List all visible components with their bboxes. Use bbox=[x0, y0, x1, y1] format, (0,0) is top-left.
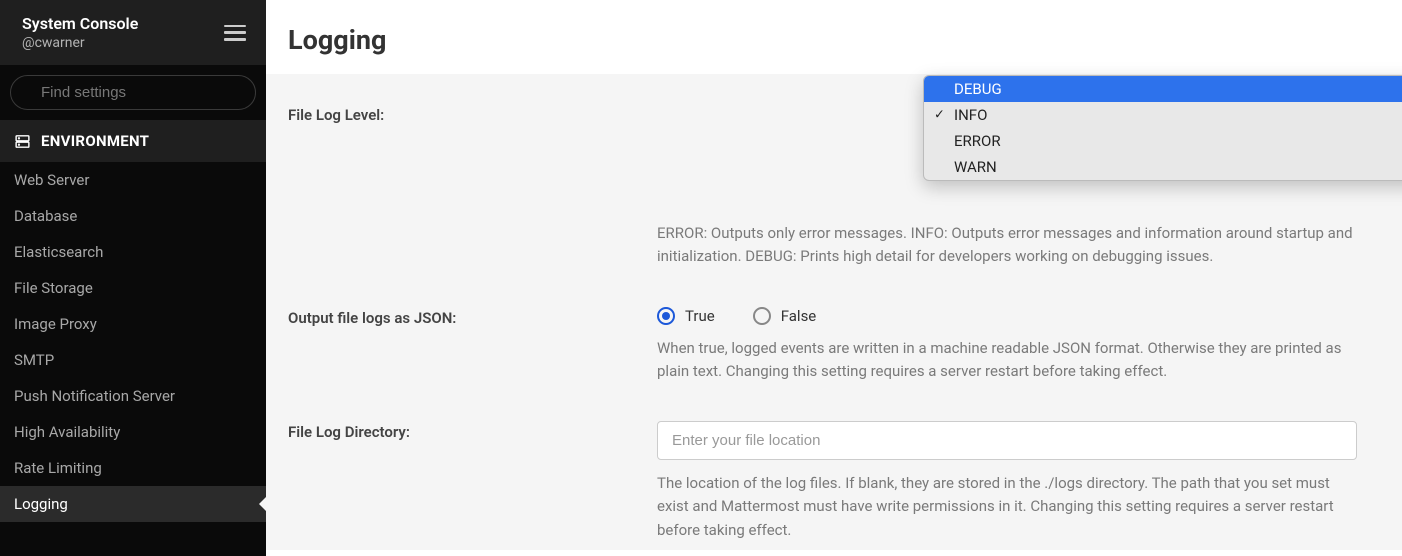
help-text: When true, logged events are written in … bbox=[657, 337, 1357, 384]
sidebar-item-label: File Storage bbox=[14, 279, 93, 297]
section-header-environment[interactable]: ENVIRONMENT bbox=[0, 120, 266, 162]
setting-label: Output file logs as JSON: bbox=[288, 307, 657, 384]
hamburger-icon[interactable] bbox=[224, 25, 246, 41]
sidebar-item-elasticsearch[interactable]: Elasticsearch bbox=[0, 234, 266, 270]
setting-control: The location of the log files. If blank,… bbox=[657, 421, 1357, 542]
sidebar-item-high-availability[interactable]: High Availability bbox=[0, 414, 266, 450]
sidebar-item-label: Image Proxy bbox=[14, 315, 97, 333]
setting-file-log-directory: File Log Directory: The location of the … bbox=[288, 421, 1380, 542]
sidebar-item-label: Logging bbox=[14, 495, 68, 513]
sidebar-item-label: Web Server bbox=[14, 171, 89, 189]
sidebar-item-file-storage[interactable]: File Storage bbox=[0, 270, 266, 306]
radio-icon bbox=[657, 307, 675, 325]
console-title: System Console bbox=[22, 14, 138, 33]
page-title: Logging bbox=[288, 24, 1380, 56]
help-text: The location of the log files. If blank,… bbox=[657, 472, 1357, 542]
setting-label: File Log Directory: bbox=[288, 421, 657, 542]
sidebar-items: Web Server Database Elasticsearch File S… bbox=[0, 162, 266, 556]
sidebar-item-smtp[interactable]: SMTP bbox=[0, 342, 266, 378]
file-log-level-dropdown[interactable]: DEBUG ✓ INFO ERROR WARN bbox=[923, 75, 1402, 181]
sidebar-item-rate-limiting[interactable]: Rate Limiting bbox=[0, 450, 266, 486]
radio-false[interactable]: False bbox=[753, 307, 817, 325]
sidebar-item-label: High Availability bbox=[14, 423, 120, 441]
file-log-directory-input[interactable] bbox=[657, 421, 1357, 460]
sidebar-item-logging[interactable]: Logging bbox=[0, 486, 266, 522]
dropdown-option-label: INFO bbox=[954, 106, 987, 124]
sidebar-item-image-proxy[interactable]: Image Proxy bbox=[0, 306, 266, 342]
console-user: @cwarner bbox=[22, 35, 138, 51]
sidebar-item-label: Elasticsearch bbox=[14, 243, 103, 261]
dropdown-option-label: WARN bbox=[954, 158, 997, 176]
radio-label: False bbox=[781, 307, 817, 325]
sidebar-item-label: SMTP bbox=[14, 351, 54, 369]
sidebar-header-text: System Console @cwarner bbox=[22, 14, 138, 51]
sidebar-item-label: Database bbox=[14, 207, 77, 225]
dropdown-option-label: DEBUG bbox=[954, 80, 1002, 98]
app-root: System Console @cwarner ENVIRONMENT Web … bbox=[0, 0, 1402, 556]
sidebar-item-label: Push Notification Server bbox=[14, 387, 175, 405]
check-icon: ✓ bbox=[934, 108, 945, 123]
setting-output-json: Output file logs as JSON: True False Whe… bbox=[288, 307, 1380, 384]
radio-true[interactable]: True bbox=[657, 307, 715, 325]
sidebar-item-push-notification-server[interactable]: Push Notification Server bbox=[0, 378, 266, 414]
dropdown-option-warn[interactable]: WARN bbox=[924, 154, 1402, 180]
search-wrap bbox=[0, 65, 266, 120]
dropdown-option-error[interactable]: ERROR bbox=[924, 128, 1402, 154]
server-icon bbox=[14, 133, 31, 150]
radio-icon bbox=[753, 307, 771, 325]
setting-label: File Log Level: bbox=[288, 104, 657, 269]
sidebar-item-database[interactable]: Database bbox=[0, 198, 266, 234]
sidebar-header: System Console @cwarner bbox=[0, 0, 266, 65]
radio-group: True False bbox=[657, 307, 1357, 325]
sidebar-item-label: Rate Limiting bbox=[14, 459, 102, 477]
radio-label: True bbox=[685, 307, 715, 325]
sidebar-item-web-server[interactable]: Web Server bbox=[0, 162, 266, 198]
setting-control: True False When true, logged events are … bbox=[657, 307, 1357, 384]
main: Logging File Log Level: ERROR: Outputs o… bbox=[266, 0, 1402, 556]
dropdown-option-label: ERROR bbox=[954, 132, 1001, 150]
sidebar: System Console @cwarner ENVIRONMENT Web … bbox=[0, 0, 266, 556]
search-box[interactable] bbox=[10, 75, 256, 110]
dropdown-option-info[interactable]: ✓ INFO bbox=[924, 102, 1402, 128]
search-input[interactable] bbox=[41, 84, 240, 101]
section-label: ENVIRONMENT bbox=[41, 132, 149, 150]
dropdown-option-debug[interactable]: DEBUG bbox=[924, 76, 1402, 102]
main-header: Logging bbox=[266, 0, 1402, 74]
